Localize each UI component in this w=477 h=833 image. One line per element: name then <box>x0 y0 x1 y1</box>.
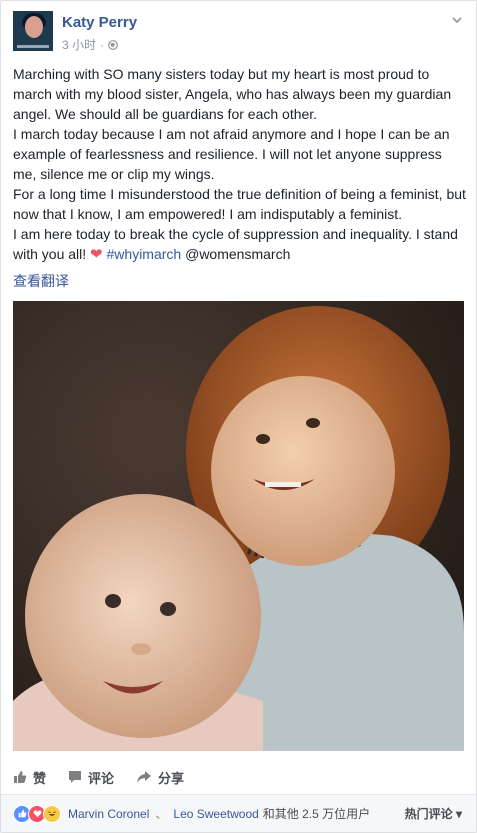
hashtag-link[interactable]: #whyimarch <box>107 246 182 262</box>
mention[interactable]: @womensmarch <box>185 246 290 262</box>
author-name[interactable]: Katy Perry <box>62 14 137 31</box>
meta-dot: · <box>100 37 105 52</box>
photo-illustration <box>13 301 464 751</box>
translate-link[interactable]: 查看翻译 <box>13 271 69 291</box>
reaction-icons[interactable] <box>13 804 61 823</box>
liker-name[interactable]: Marvin Coronel <box>68 807 149 821</box>
post-actions: 赞 评论 分享 <box>13 763 464 791</box>
name-separator: 、 <box>155 807 168 821</box>
others-count[interactable]: 和其他 2.5 万位用户 <box>263 805 370 822</box>
avatar[interactable] <box>13 11 53 51</box>
post-meta: 3 小时 · <box>62 36 118 53</box>
chevron-down-icon[interactable] <box>450 13 464 27</box>
haha-reaction-icon <box>43 804 61 823</box>
like-label: 赞 <box>33 770 47 786</box>
reactions-bar: Marvin Coronel 、 Leo Sweetwood 和其他 2.5 万… <box>1 795 476 832</box>
post-paragraph: For a long time I misunderstood the true… <box>13 186 466 222</box>
post-header: Katy Perry 3 小时 · <box>13 11 464 55</box>
comment-button[interactable]: 评论 <box>68 763 114 791</box>
heart-emoji: ❤ <box>90 246 103 263</box>
post-text: Marching with SO many sisters today but … <box>13 64 466 265</box>
post-card: Katy Perry 3 小时 · Marching with SO many … <box>0 0 477 833</box>
share-label: 分享 <box>158 770 185 786</box>
globe-icon <box>108 39 118 50</box>
thumbs-up-icon <box>14 771 27 783</box>
post-time[interactable]: 3 小时 <box>62 36 96 53</box>
comment-label: 评论 <box>88 770 115 786</box>
share-arrow-icon <box>137 771 152 783</box>
post-photo[interactable] <box>13 301 464 751</box>
comment-icon <box>69 771 82 783</box>
like-button[interactable]: 赞 <box>13 763 46 791</box>
post-paragraph: I march today because I am not afraid an… <box>13 126 450 182</box>
share-button[interactable]: 分享 <box>136 763 184 791</box>
comment-sort-dropdown[interactable]: 热门评论 ▾ <box>405 805 462 822</box>
liker-name[interactable]: Leo Sweetwood <box>173 807 258 821</box>
post-paragraph-last: I am here today to break the cycle of su… <box>13 224 466 265</box>
post-paragraph: Marching with SO many sisters today but … <box>13 66 452 122</box>
